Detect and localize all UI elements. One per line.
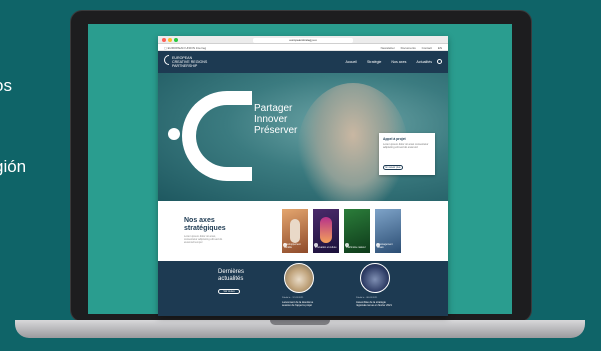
all-news-button[interactable]: Voir toutes: [218, 289, 240, 294]
tile-1-figure: [290, 219, 300, 243]
hero-brand-arc: [182, 91, 252, 181]
browser-window: europeanstrategy.eu ▢ EUROPEAN UNION Int…: [158, 36, 448, 316]
close-window-icon[interactable]: [162, 38, 166, 42]
axes-title: Nos axes stratégiques: [184, 217, 226, 232]
nav-item-actualites[interactable]: Actualités: [416, 60, 432, 64]
cropped-text-1: os: [0, 76, 12, 95]
nav-menu: Accueil Stratégie Nos axes Actualités: [336, 60, 432, 64]
search-icon[interactable]: [437, 59, 442, 64]
hero-line-2: Innover: [254, 114, 288, 125]
nav-item-accueil[interactable]: Accueil: [345, 60, 357, 64]
news-image-1[interactable]: [284, 263, 314, 293]
tile-3-label: Patrimoine naturel: [346, 246, 366, 249]
card-text: Lorem ipsum dolor sit amet consectetur a…: [383, 143, 429, 150]
language-switch[interactable]: EN: [438, 46, 442, 50]
strategic-axes-section: Nos axes stratégiques Lorem ipsum dolor …: [158, 201, 448, 261]
main-nav: EUROPEAN CREATIVE REGIONS PARTNERSHIP Ac…: [158, 51, 448, 73]
tile-1-label: Développement durable: [284, 243, 301, 249]
call-for-projects-card: Appel à projet Lorem ipsum dolor sit ame…: [379, 133, 435, 175]
nav-item-strategie[interactable]: Stratégie: [367, 60, 381, 64]
hero-banner: Partager Innover Préserver Appel à proje…: [158, 73, 448, 201]
news-image-2[interactable]: [360, 263, 390, 293]
axis-tile-1[interactable]: Développement durable: [282, 209, 308, 253]
partner-logos: ▢ EUROPEAN UNION Interreg: [164, 45, 207, 50]
address-bar[interactable]: europeanstrategy.eu: [253, 37, 353, 43]
tile-2-figure: [320, 217, 332, 243]
axis-tile-2[interactable]: Innovation et culture: [313, 209, 339, 253]
scene: os gión europeanstrategy.eu ▢ EUROPEAN U…: [0, 0, 601, 351]
hero-line-1: Partager: [254, 103, 293, 114]
news-section: Dernières actualités Voir toutes Publié …: [158, 261, 448, 316]
top-strip: ▢ EUROPEAN UNION Interreg Newsletter Doc…: [158, 44, 448, 51]
news-headline-2[interactable]: Assemblée de la stratégie régionale tenu…: [356, 301, 396, 307]
news-title: Dernières actualités: [218, 269, 245, 282]
top-link-newsletter[interactable]: Newsletter: [381, 46, 395, 50]
logo-icon: [164, 55, 169, 65]
card-more-button[interactable]: En savoir plus: [383, 165, 403, 170]
top-links: Newsletter Documents Contact EN: [376, 46, 442, 50]
tile-4-label: Aménagement urbain: [377, 243, 393, 249]
hero-title: Partager Innover Préserver: [254, 103, 297, 136]
nav-item-axes[interactable]: Nos axes: [391, 60, 406, 64]
axes-text: Lorem ipsum dolor sit amet, consectetur …: [184, 235, 223, 245]
hero-line-3: Préserver: [254, 125, 298, 136]
hero-brand-dot: [168, 128, 180, 140]
cropped-text-2: gión: [0, 157, 27, 176]
news-headline-1[interactable]: Lancement de la deuxième session de l'ap…: [282, 301, 322, 307]
axis-tile-3[interactable]: Patrimoine naturel: [344, 209, 370, 253]
axis-tile-4[interactable]: Aménagement urbain: [375, 209, 401, 253]
top-link-documents[interactable]: Documents: [401, 46, 416, 50]
browser-chrome: europeanstrategy.eu: [158, 36, 448, 44]
brand-name: EUROPEAN CREATIVE REGIONS PARTNERSHIP: [172, 56, 208, 68]
minimize-window-icon[interactable]: [168, 38, 172, 42]
tile-2-label: Innovation et culture: [315, 246, 337, 249]
site-logo[interactable]: EUROPEAN CREATIVE REGIONS PARTNERSHIP: [164, 55, 210, 68]
top-link-contact[interactable]: Contact: [422, 46, 432, 50]
news-meta-1: Publié le · 12.03.2021: [282, 297, 304, 299]
laptop-notch: [270, 320, 330, 325]
card-title: Appel à projet: [383, 137, 406, 141]
maximize-window-icon[interactable]: [174, 38, 178, 42]
news-meta-2: Publié le · 08.03.2021: [356, 297, 378, 299]
